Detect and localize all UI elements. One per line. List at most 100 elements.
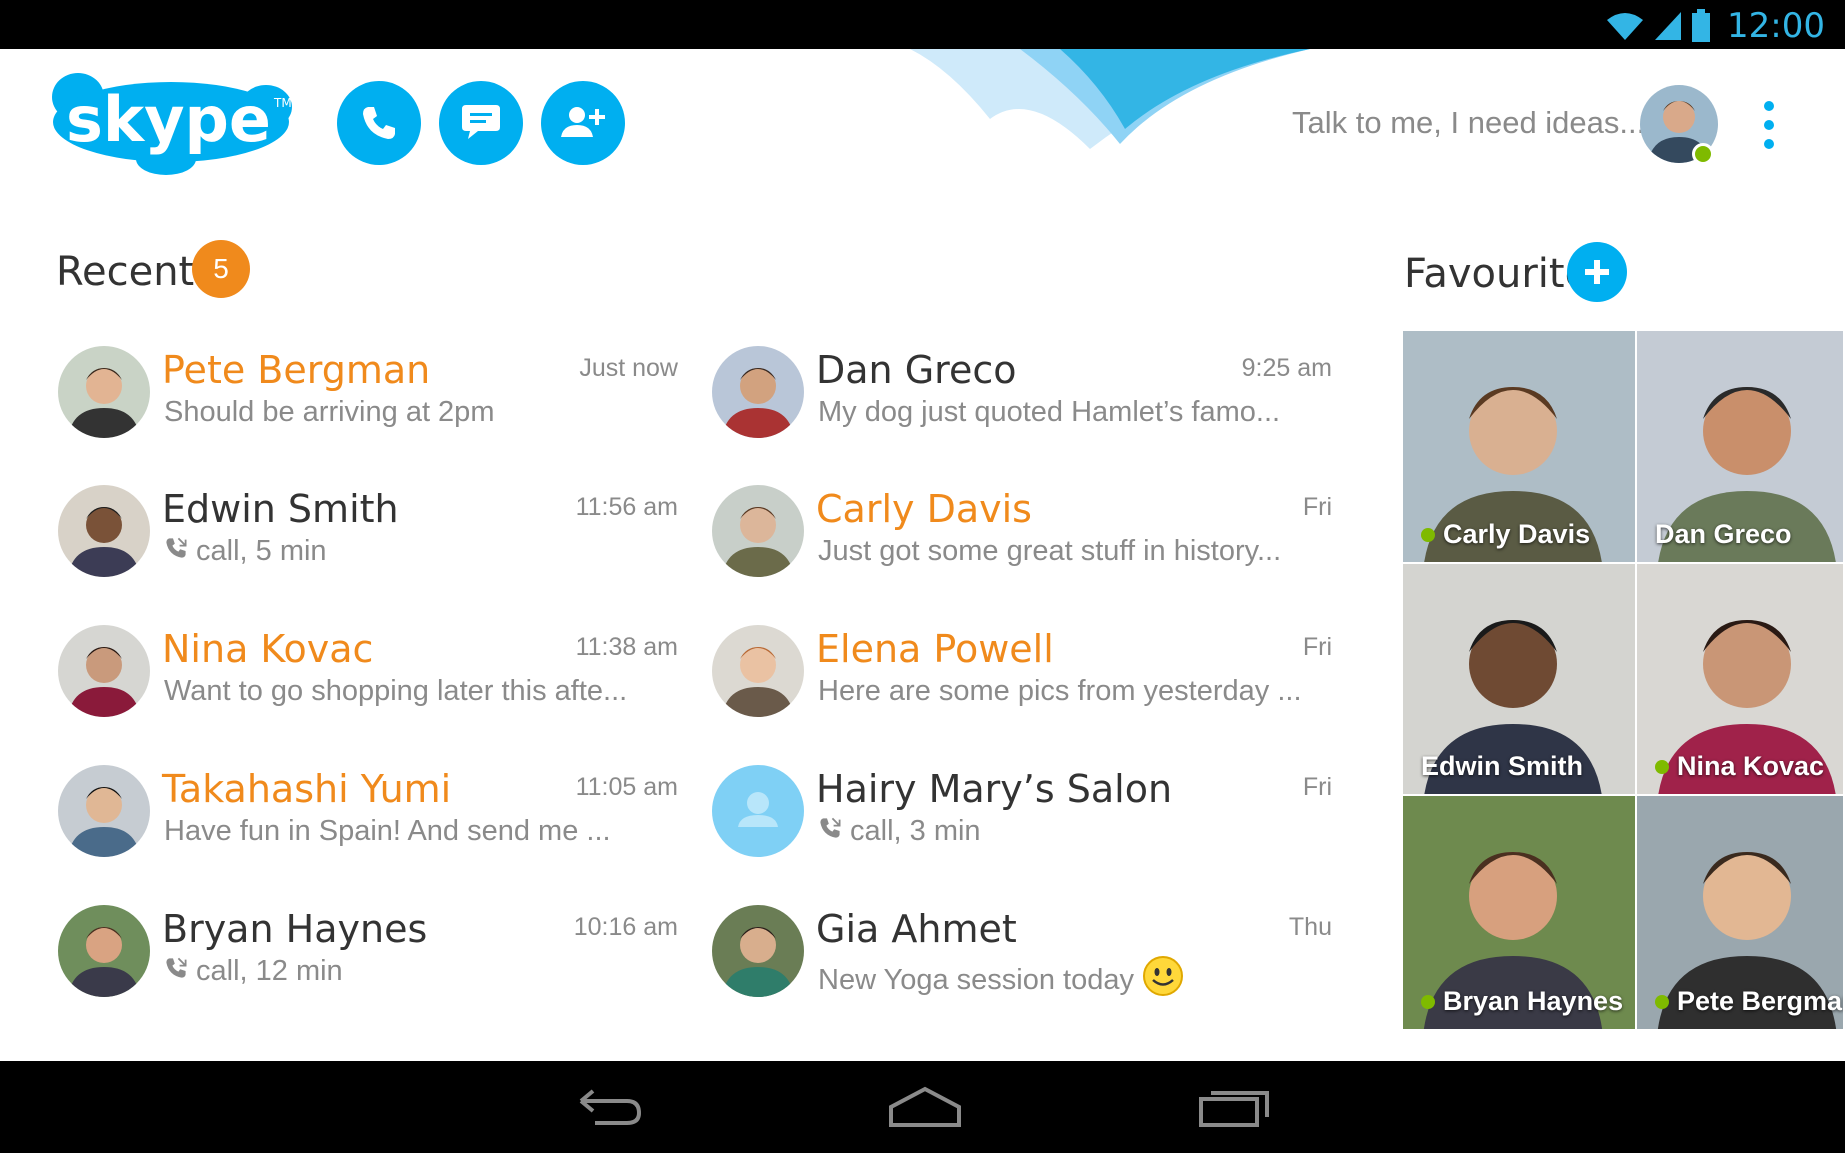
add-person-icon	[561, 107, 605, 137]
online-status-dot	[1421, 527, 1435, 542]
favourite-name: Nina Kovac	[1655, 751, 1824, 782]
call-log-icon	[164, 955, 188, 988]
call-button[interactable]	[337, 81, 421, 165]
favourite-tile[interactable]: Dan Greco	[1637, 331, 1845, 564]
battery-icon	[1692, 9, 1711, 42]
conversation-item[interactable]: Carly Davis Fri Just got some great stuff …	[712, 485, 1332, 605]
plus-icon	[1585, 260, 1609, 284]
home-icon	[889, 1086, 961, 1127]
default-avatar-icon	[712, 765, 804, 857]
message-preview: Have fun in Spain! And send me ...	[164, 815, 611, 848]
unread-count-badge: 5	[192, 240, 250, 298]
favourite-name: Bryan Haynes	[1421, 986, 1623, 1017]
message-preview: call, 12 min	[164, 955, 343, 988]
contact-avatar	[58, 485, 150, 577]
status-icons: 12:00	[1605, 6, 1825, 46]
message-text: Have fun in Spain! And send me ...	[164, 815, 611, 847]
contact-name: Bryan Haynes	[162, 907, 428, 951]
favourite-name-text: Bryan Haynes	[1443, 986, 1624, 1016]
timestamp: 9:25 am	[1241, 354, 1332, 382]
add-contact-button[interactable]	[541, 81, 625, 165]
message-preview: Just got some great stuff in history...	[818, 535, 1281, 568]
timestamp: Just now	[579, 354, 678, 382]
back-button[interactable]	[565, 1079, 655, 1135]
conversation-item[interactable]: Hairy Mary’s Salon Fri call, 3 min	[712, 765, 1332, 885]
contact-name: Edwin Smith	[162, 487, 399, 531]
message-preview: Want to go shopping later this afte...	[164, 675, 627, 708]
navigation-bar	[0, 1061, 1845, 1153]
contact-avatar	[712, 625, 804, 717]
phone-icon	[363, 107, 395, 139]
message-preview: call, 5 min	[164, 535, 327, 568]
call-log-icon	[818, 815, 842, 848]
favourites-grid: Carly Davis Dan Greco Edwin Smith Nina K…	[1403, 331, 1845, 1031]
chat-button[interactable]	[439, 81, 523, 165]
message-text: call, 5 min	[196, 535, 327, 567]
message-preview: Here are some pics from yesterday ...	[818, 675, 1302, 708]
online-status-dot	[1692, 143, 1714, 165]
clock: 12:00	[1727, 6, 1825, 46]
contact-avatar	[58, 765, 150, 857]
call-log-icon	[164, 535, 188, 568]
contact-avatar	[58, 625, 150, 717]
contact-name: Pete Bergman	[162, 348, 431, 392]
app-header: skype TM Talk to me, I need ideas...	[0, 49, 1845, 199]
timestamp: Thu	[1288, 913, 1332, 941]
conversation-item[interactable]: Elena Powell Fri Here are some pics from y…	[712, 625, 1332, 745]
home-button[interactable]	[880, 1079, 970, 1135]
favourite-name-text: Carly Davis	[1443, 519, 1591, 549]
contact-avatar	[712, 346, 804, 438]
timestamp: 11:56 am	[575, 493, 678, 521]
contact-avatar	[712, 485, 804, 577]
favourite-tile[interactable]: Bryan Haynes	[1403, 796, 1637, 1031]
contact-name: Carly Davis	[816, 487, 1032, 531]
message-text: New Yoga session today	[818, 963, 1134, 996]
conversation-item[interactable]: Edwin Smith 11:56 am call, 5 min	[58, 485, 678, 605]
contact-avatar	[712, 765, 804, 857]
signal-icon	[1655, 12, 1682, 40]
skype-logo: skype TM	[52, 73, 292, 175]
favourite-name: Dan Greco	[1655, 519, 1792, 550]
skype-logo-text: skype	[66, 83, 271, 156]
online-status-dot	[1421, 994, 1435, 1009]
timestamp: 11:05 am	[575, 773, 678, 801]
back-icon	[579, 1089, 642, 1125]
favourite-tile[interactable]: Carly Davis	[1403, 331, 1637, 564]
smiley-emoticon-icon	[1142, 955, 1184, 1005]
online-status-dot	[1655, 994, 1669, 1009]
contact-name: Takahashi Yumi	[162, 767, 452, 811]
favourite-name: Edwin Smith	[1421, 751, 1583, 782]
status-bar: 12:00	[0, 0, 1845, 49]
contact-name: Dan Greco	[816, 348, 1017, 392]
message-text: call, 3 min	[850, 815, 981, 847]
message-preview: My dog just quoted Hamlet’s famo...	[818, 396, 1280, 429]
timestamp: Fri	[1302, 633, 1332, 661]
recent-apps-button[interactable]	[1190, 1079, 1280, 1135]
conversation-item[interactable]: Nina Kovac 11:38 am Want to go shopping la…	[58, 625, 678, 745]
contact-name: Nina Kovac	[162, 627, 374, 671]
favourite-tile[interactable]: Pete Bergman	[1637, 796, 1845, 1031]
recent-apps-icon	[1199, 1091, 1269, 1127]
timestamp: 10:16 am	[573, 913, 678, 941]
add-favourite-button[interactable]	[1567, 242, 1627, 302]
conversation-item[interactable]: Gia Ahmet Thu New Yoga session today	[712, 905, 1332, 1025]
favourite-tile[interactable]: Nina Kovac	[1637, 564, 1845, 796]
favourite-name-text: Dan Greco	[1655, 519, 1792, 549]
message-text: My dog just quoted Hamlet’s famo...	[818, 396, 1281, 428]
conversation-item[interactable]: Pete Bergman Just now Should be arriving a…	[58, 346, 678, 466]
message-text: Just got some great stuff in history...	[818, 535, 1282, 567]
contact-avatar	[58, 346, 150, 438]
contact-avatar	[712, 905, 804, 997]
conversation-item[interactable]: Bryan Haynes 10:16 am call, 12 min	[58, 905, 678, 1025]
conversation-item[interactable]: Takahashi Yumi 11:05 am Have fun in Spain!…	[58, 765, 678, 885]
recent-title: Recent	[56, 249, 195, 295]
chat-bubble-icon	[462, 105, 500, 139]
wifi-icon	[1607, 13, 1644, 40]
svg-text:TM: TM	[273, 96, 292, 110]
message-text: call, 12 min	[196, 955, 343, 987]
overflow-menu-icon[interactable]	[1754, 95, 1784, 155]
conversation-item[interactable]: Dan Greco 9:25 am My dog just quoted Hamle…	[712, 346, 1332, 466]
favourite-tile[interactable]: Edwin Smith	[1403, 564, 1637, 796]
mood-message[interactable]: Talk to me, I need ideas...	[1292, 105, 1645, 141]
timestamp: 11:38 am	[575, 633, 678, 661]
